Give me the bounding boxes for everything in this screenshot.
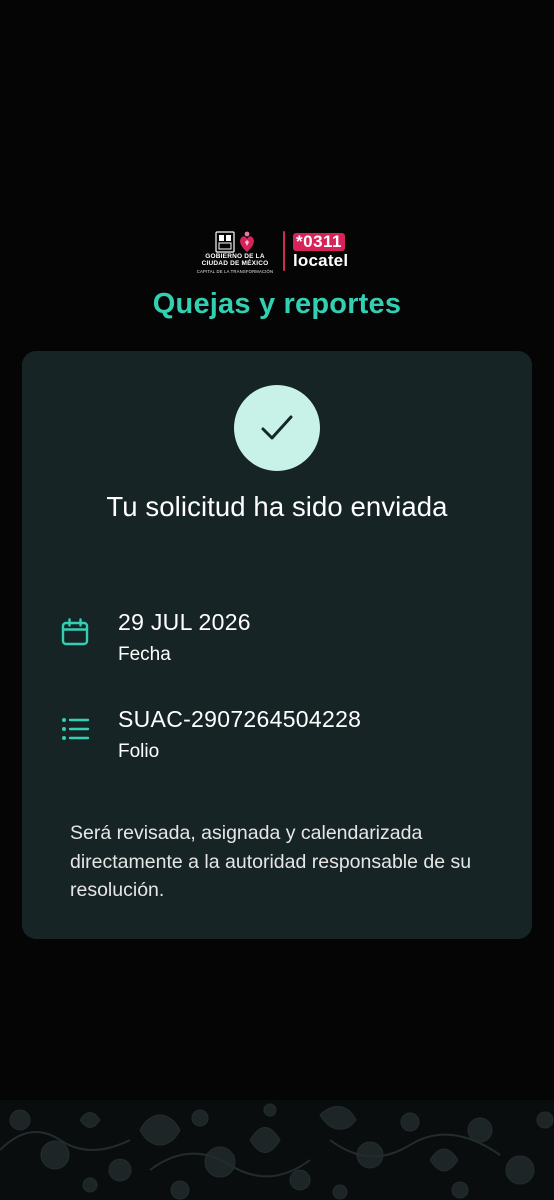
coat-of-arms-icon <box>214 230 235 253</box>
confirmation-card: Tu solicitud ha sido enviada 29 JUL 2026… <box>22 351 532 939</box>
locatel-logo: *0311 locatel <box>293 232 359 270</box>
decorative-pattern <box>0 1100 554 1200</box>
check-icon <box>261 415 293 440</box>
heart-emblem-icon <box>239 231 254 252</box>
gov-logo-line1: GOBIERNO DE LA <box>205 252 265 260</box>
card-note: Será revisada, asignada y calendarizada … <box>70 822 472 901</box>
card-heading: Tu solicitud ha sido enviada <box>106 491 448 522</box>
success-badge <box>234 385 320 471</box>
header-logos: GOBIERNO DE LA CIUDAD DE MÉXICO CAPITAL … <box>0 228 554 274</box>
logo-divider <box>283 231 285 271</box>
date-row: 29 JUL 2026 Fecha <box>60 609 500 673</box>
cdmx-emblems <box>214 229 256 253</box>
locatel-word: locatel <box>293 250 349 270</box>
gov-logo-subtitle: CAPITAL DE LA TRANSFORMACIÓN <box>196 268 274 274</box>
page-title: Quejas y reportes <box>152 288 402 320</box>
folio-value: SUAC-2907264504228 <box>118 706 362 732</box>
locatel-number: *0311 <box>293 232 345 251</box>
cdmx-government-logo: GOBIERNO DE LA CIUDAD DE MÉXICO CAPITAL … <box>195 229 275 274</box>
list-icon <box>62 718 90 740</box>
date-label: Fecha <box>118 644 171 665</box>
date-value: 29 JUL 2026 <box>118 609 251 635</box>
folio-row: SUAC-2907264504228 Folio <box>60 706 500 770</box>
gov-logo-line2: CIUDAD DE MÉXICO <box>201 260 269 267</box>
folio-label: Folio <box>118 741 160 762</box>
calendar-icon <box>61 618 89 646</box>
